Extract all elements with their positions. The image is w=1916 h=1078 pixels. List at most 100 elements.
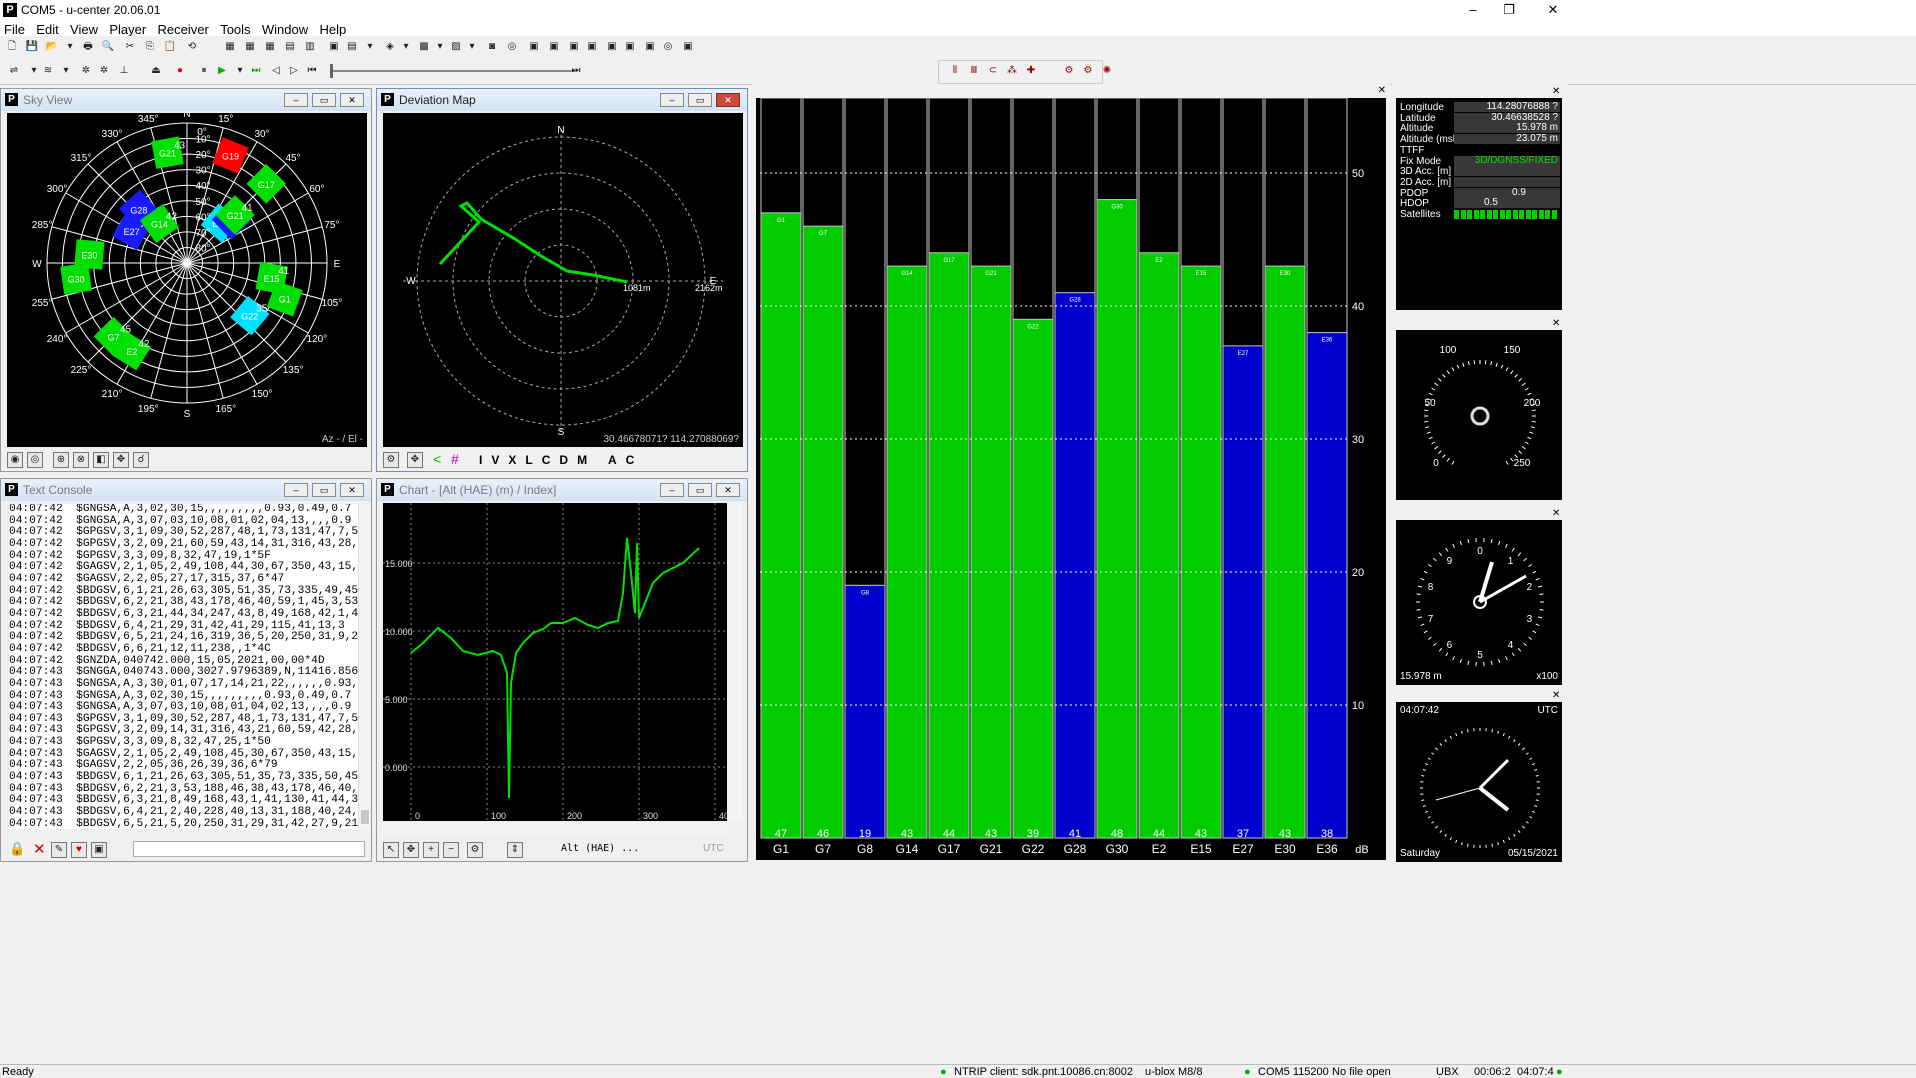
grid-icon[interactable]: # [451, 451, 459, 467]
pointer-icon[interactable]: ↖ [383, 842, 399, 858]
altimeter-close-icon[interactable]: ✕ [1552, 508, 1560, 519]
filter-icon[interactable]: ✎ [51, 842, 67, 858]
mode-c-button[interactable]: C [542, 453, 560, 467]
mode-v-button[interactable]: V [491, 453, 508, 467]
deviation-mode-buttons[interactable]: IVXLCDM AC [479, 453, 643, 467]
toolbar-icon[interactable]: ▦ [222, 40, 238, 56]
menu-player[interactable]: Player [105, 20, 150, 37]
player-icon[interactable]: ✲ [96, 64, 112, 80]
toolbar-icon[interactable]: ◎ [504, 40, 520, 56]
toolbar-icon[interactable]: 📋 [162, 40, 178, 56]
player-icon[interactable]: ⏸ [196, 64, 212, 80]
toolbar-icon[interactable]: ▦ [242, 40, 258, 56]
move-icon[interactable]: ✥ [407, 452, 423, 468]
toolbar-icon[interactable]: ◙ [484, 40, 500, 56]
sky-tool-icon[interactable]: ☌ [133, 452, 149, 468]
zoom-in-icon[interactable]: + [423, 842, 439, 858]
sky-tool-icon[interactable]: ⊗ [73, 452, 89, 468]
menu-file[interactable]: File [0, 20, 29, 37]
deviation-map-minimize-button[interactable]: – [660, 93, 684, 107]
signal-tool-icon[interactable]: ⚙ [1080, 64, 1096, 80]
player-icon[interactable]: ● [172, 64, 188, 80]
sky-tool-icon[interactable]: ◎ [27, 452, 43, 468]
toolbar-icon[interactable]: ▣ [566, 40, 582, 56]
signal-tool-icon[interactable]: ⊂ [985, 64, 1001, 80]
toolbar-icon[interactable]: 📂 [44, 40, 60, 56]
text-console-close-button[interactable]: ✕ [340, 483, 364, 497]
player-icon[interactable]: ⏭ [568, 64, 584, 80]
mode-d-button[interactable]: D [559, 453, 577, 467]
signal-tool-icon[interactable]: ⚙ [1061, 64, 1077, 80]
sky-view-canvas[interactable]: E2735G28G1442E36G840G2141G30E30G2143G17G… [7, 109, 367, 447]
menu-edit[interactable]: Edit [32, 20, 62, 37]
sky-view-close-button[interactable]: ✕ [340, 93, 364, 107]
signal-chart-canvas[interactable]: G1 47 G1 G7 46 G7 G8 19 G8 G14 43 G14 G17 44 G17 G21 43 G… [756, 97, 1386, 860]
chart-close-button[interactable]: ✕ [716, 483, 740, 497]
chart-settings-icon[interactable]: ⚙ [467, 842, 483, 858]
chart-h-scrollbar[interactable] [383, 823, 727, 835]
toolbar-icon[interactable]: ▣ [326, 40, 342, 56]
signal-tool-icon[interactable]: ⁂ [1004, 64, 1020, 80]
zoom-out-icon[interactable]: − [443, 842, 459, 858]
toolbar-icon[interactable]: 🔍 [100, 40, 116, 56]
player-slider-track[interactable] [330, 70, 575, 72]
toolbar-icon[interactable]: ▤ [344, 40, 360, 56]
highlight-icon[interactable]: ♥ [71, 842, 87, 858]
channel-select[interactable]: Alt (HAE) ... [561, 843, 639, 854]
toolbar-icon[interactable]: 💾 [24, 40, 40, 56]
player-icon[interactable]: ▾ [232, 64, 248, 80]
toolbar-icon[interactable]: ▥ [302, 40, 318, 56]
speed-close-icon[interactable]: ✕ [1552, 318, 1560, 329]
settings-icon[interactable]: ⚙ [383, 452, 399, 468]
deviation-map-canvas[interactable]: N S E W 1081m 2162m 30.46678071? 114.27088069… [383, 113, 743, 447]
menu-help[interactable]: Help [315, 20, 350, 37]
mode-x-button[interactable]: X [508, 453, 525, 467]
toolbar-icon[interactable]: ▤ [282, 40, 298, 56]
sky-view-minimize-button[interactable]: – [284, 93, 308, 107]
chart-minimize-button[interactable]: – [660, 483, 684, 497]
toolbar-icon[interactable]: ▩ [416, 40, 432, 56]
toolbar-icon[interactable]: ▾ [464, 40, 480, 56]
sky-tool-icon[interactable]: ◧ [93, 452, 109, 468]
sky-tool-icon[interactable]: ◉ [7, 452, 23, 468]
toolbar-icon[interactable]: ▾ [62, 40, 78, 56]
player-icon[interactable]: ≋ [40, 64, 56, 80]
console-filter-input[interactable] [133, 841, 365, 857]
menu-receiver[interactable]: Receiver [154, 20, 213, 37]
toolbar-icon[interactable]: ▣ [584, 40, 600, 56]
lock-icon[interactable]: 🔒 [9, 841, 25, 857]
player-icon[interactable]: ▶ [214, 64, 230, 80]
toolbar-icon[interactable]: ▣ [680, 40, 696, 56]
toolbar-icon[interactable]: ◎ [660, 40, 676, 56]
player-icon[interactable]: ⏮ [304, 64, 320, 80]
player-icon[interactable]: ⏭ [248, 64, 264, 80]
player-icon[interactable]: ▾ [58, 64, 74, 80]
toolbar-icon[interactable]: ◈ [382, 40, 398, 56]
toolbar-icon[interactable]: ⎘ [142, 40, 158, 56]
save-log-icon[interactable]: ▣ [91, 842, 107, 858]
track-icon[interactable]: < [433, 451, 441, 467]
signal-close-icon[interactable]: ✕ [1378, 85, 1386, 96]
deviation-map-maximize-button[interactable]: ▭ [688, 93, 712, 107]
player-slider-handle[interactable] [330, 64, 333, 78]
sky-tool-icon[interactable]: ⊕ [53, 452, 69, 468]
player-icon[interactable]: ⇌ [6, 64, 22, 80]
menu-view[interactable]: View [66, 20, 102, 37]
toolbar-icon[interactable]: ▣ [546, 40, 562, 56]
chart-maximize-button[interactable]: ▭ [688, 483, 712, 497]
mode-i-button[interactable]: I [479, 453, 491, 467]
toolbar-icon[interactable]: ▣ [642, 40, 658, 56]
toolbar-icon[interactable]: 🗋 [4, 40, 20, 56]
player-icon[interactable]: ◁ [268, 64, 284, 80]
toolbar-icon[interactable]: ▾ [398, 40, 414, 56]
axis-icon[interactable]: ⇕ [507, 842, 523, 858]
data-view-close-icon[interactable]: ✕ [1552, 86, 1560, 97]
text-console-output[interactable]: 04:07:42 $GNGSA,A,3,02,30,15,,,,,,,,,0.9… [9, 504, 359, 829]
sky-tool-icon[interactable]: ✥ [113, 452, 129, 468]
menu-window[interactable]: Window [258, 20, 312, 37]
signal-tool-icon[interactable]: Ⅲ [966, 64, 982, 80]
mode-m-button[interactable]: M [577, 453, 596, 467]
player-icon[interactable]: ⏏ [148, 64, 164, 80]
toolbar-icon[interactable]: ▣ [604, 40, 620, 56]
mode-a-button[interactable]: A [608, 453, 626, 467]
